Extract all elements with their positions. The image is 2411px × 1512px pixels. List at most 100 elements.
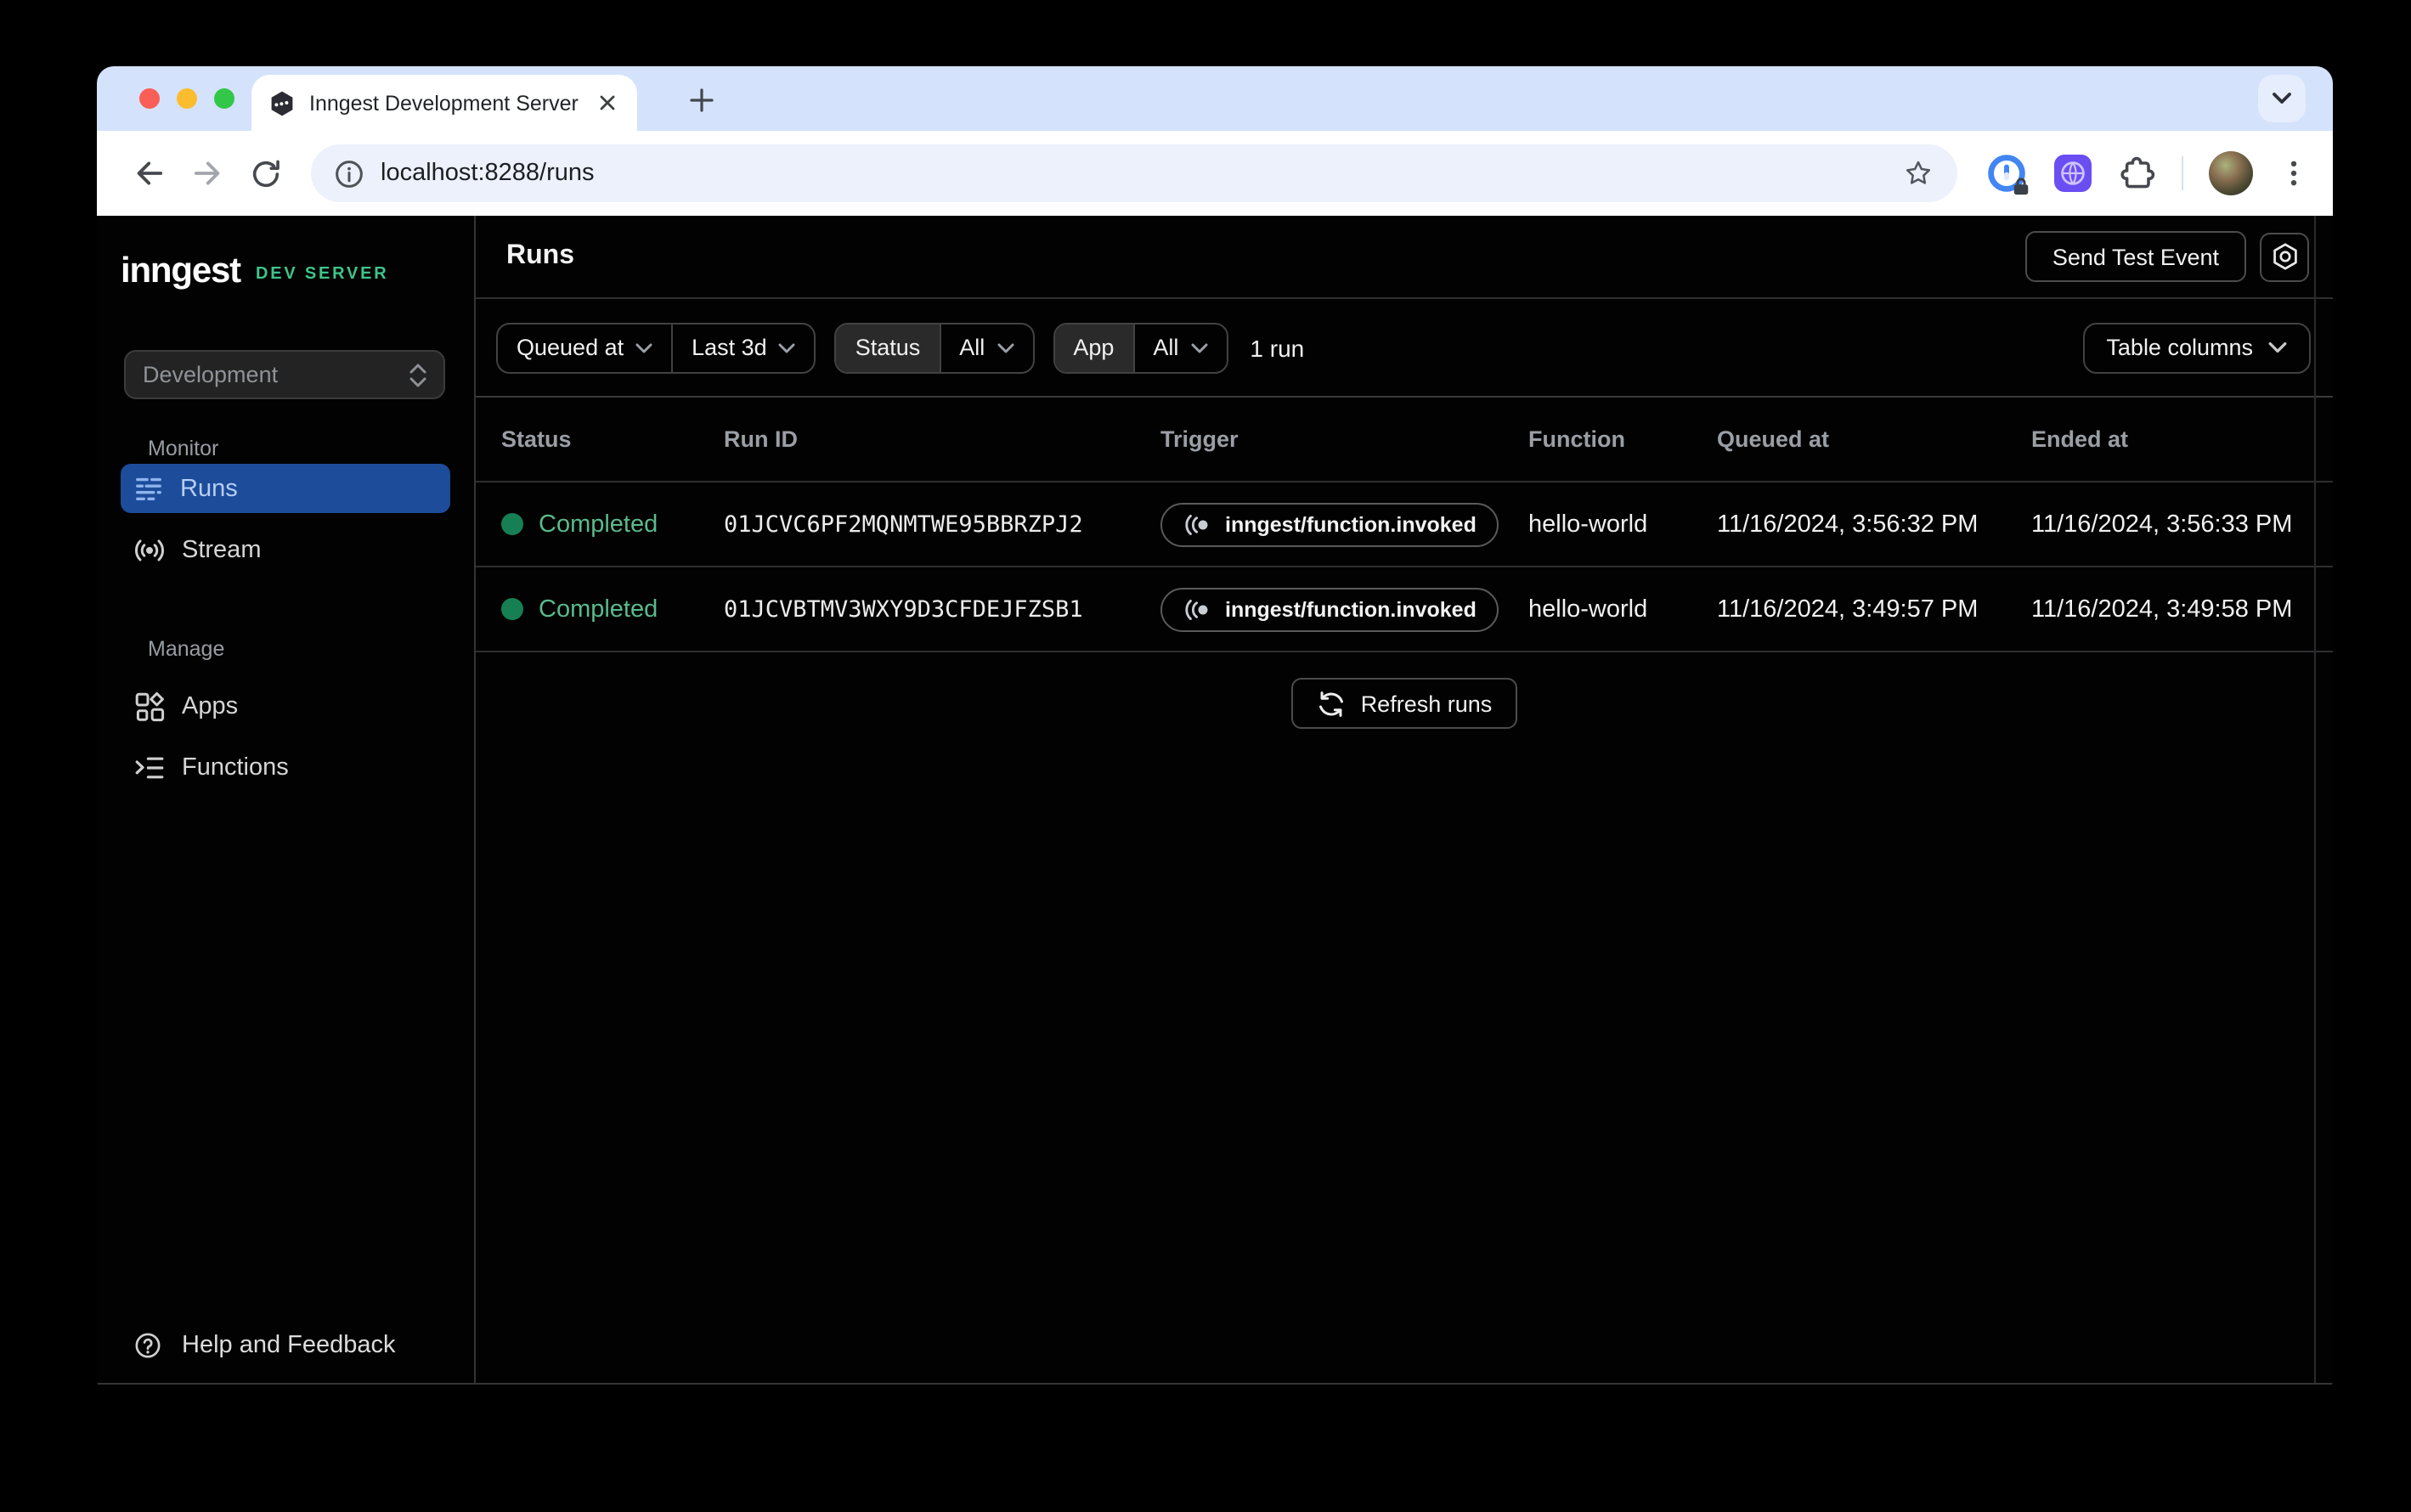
app-filter-dropdown[interactable]: All (1132, 324, 1226, 371)
column-header-ended-at: Ended at (2031, 426, 2333, 452)
sidebar-item-runs[interactable]: Runs (121, 464, 450, 513)
extension-row (1986, 151, 2309, 195)
tab-strip-collapse-button[interactable] (2258, 75, 2306, 122)
function-name: hello-world (1528, 511, 1717, 538)
screen: Inngest Development Server (0, 0, 2411, 1512)
functions-icon (134, 752, 165, 782)
site-info-icon[interactable] (335, 159, 364, 188)
trigger-cell: inngest/function.invoked (1160, 587, 1528, 631)
extensions-puzzle-icon[interactable] (2119, 155, 2156, 192)
stream-icon (134, 534, 165, 565)
toolbar-separator (2182, 156, 2183, 190)
runs-page: Runs Send Test Event (476, 216, 2333, 1383)
trigger-name: inngest/function.invoked (1225, 597, 1477, 621)
section-label-monitor: Monitor (97, 437, 474, 464)
trigger-name: inngest/function.invoked (1225, 512, 1477, 536)
app-filter-value: All (1153, 335, 1178, 360)
refresh-runs-label: Refresh runs (1361, 691, 1493, 716)
environment-selector[interactable]: Development (124, 350, 445, 399)
page-title: Runs (506, 241, 574, 272)
sidebar-item-stream[interactable]: Stream (121, 525, 450, 574)
url-text[interactable]: localhost:8288/runs (381, 160, 1886, 187)
table-header: Status Run ID Trigger Function Queued at… (476, 398, 2333, 482)
browser-menu-kebab-icon[interactable] (2278, 158, 2309, 189)
column-header-queued-at: Queued at (1717, 426, 2031, 452)
table-row[interactable]: Completed 01JCVBTMV3WXY9D3CFDEJFZSB1 inn… (476, 567, 2333, 652)
sidebar-item-label: Apps (182, 692, 238, 719)
tab-title: Inngest Development Server (309, 91, 579, 115)
status-text: Completed (539, 595, 658, 623)
trigger-pill[interactable]: inngest/function.invoked (1160, 587, 1499, 631)
inngest-wordmark: inngest (121, 251, 240, 292)
bookmark-star-icon[interactable] (1903, 158, 1934, 189)
status-filter-value: All (959, 335, 985, 360)
browser-window: Inngest Development Server (97, 66, 2333, 1396)
back-button[interactable] (121, 144, 178, 202)
apps-icon (134, 691, 165, 721)
column-header-status: Status (501, 426, 724, 452)
sidebar-item-label: Stream (182, 536, 262, 563)
time-range-value: Last 3d (692, 335, 767, 360)
event-broadcast-icon (1183, 597, 1211, 621)
chevron-down-icon (779, 342, 796, 353)
chevron-down-icon (2268, 341, 2287, 353)
column-header-function: Function (1528, 426, 1717, 452)
password-manager-extension-icon[interactable] (1986, 153, 2027, 194)
status-cell: Completed (501, 595, 724, 623)
event-broadcast-icon (1183, 512, 1211, 536)
time-filter-group: Queued at Last 3d (496, 322, 816, 373)
new-tab-button[interactable] (681, 80, 722, 121)
table-columns-label: Table columns (2106, 335, 2253, 360)
status-text: Completed (539, 511, 658, 538)
browser-toolbar: localhost:8288/runs (97, 131, 2333, 216)
chevron-down-icon (1190, 342, 1207, 353)
settings-button[interactable] (2260, 232, 2309, 281)
ended-at-time: 11/16/2024, 3:56:33 PM (2031, 511, 2333, 538)
forward-button[interactable] (178, 144, 236, 202)
status-filter-group: Status All (835, 322, 1035, 373)
minimize-window-button[interactable] (177, 87, 197, 108)
sidebar-item-apps[interactable]: Apps (121, 681, 450, 731)
app-filter-label: App (1054, 324, 1132, 371)
help-and-feedback[interactable]: Help and Feedback (97, 1332, 474, 1359)
sidebar-item-label: Runs (180, 475, 238, 502)
send-test-event-button[interactable]: Send Test Event (2025, 231, 2246, 282)
refresh-runs-button[interactable]: Refresh runs (1291, 678, 1518, 729)
function-name: hello-world (1528, 595, 1717, 623)
reload-button[interactable] (236, 144, 294, 202)
chevron-down-icon (2272, 92, 2292, 105)
tab-close-icon[interactable] (593, 89, 620, 116)
section-label-manage: Manage (97, 637, 474, 664)
browser-tab[interactable]: Inngest Development Server (251, 75, 637, 131)
time-field-dropdown[interactable]: Queued at (498, 324, 671, 371)
profile-avatar[interactable] (2209, 151, 2253, 195)
close-window-button[interactable] (139, 87, 160, 108)
status-filter-dropdown[interactable]: All (939, 324, 1032, 371)
app-filter-group: App All (1053, 322, 1228, 373)
environment-value: Development (143, 362, 409, 387)
queued-at-time: 11/16/2024, 3:56:32 PM (1717, 511, 2031, 538)
time-field-value: Queued at (517, 335, 624, 360)
runs-icon (134, 474, 163, 503)
address-bar[interactable]: localhost:8288/runs (311, 144, 1957, 202)
status-filter-label: Status (837, 324, 940, 371)
time-range-dropdown[interactable]: Last 3d (671, 324, 815, 371)
sidebar-item-label: Functions (182, 753, 289, 781)
status-completed-dot (501, 598, 523, 620)
trigger-pill[interactable]: inngest/function.invoked (1160, 502, 1499, 546)
status-cell: Completed (501, 511, 724, 538)
browser-extension-icon[interactable] (2052, 153, 2093, 194)
column-header-run-id: Run ID (724, 426, 1160, 452)
ended-at-time: 11/16/2024, 3:49:58 PM (2031, 595, 2333, 623)
table-columns-button[interactable]: Table columns (2082, 322, 2311, 373)
tab-strip: Inngest Development Server (97, 66, 2333, 131)
dev-server-badge: DEV SERVER (256, 265, 389, 284)
sidebar-item-functions[interactable]: Functions (121, 742, 450, 792)
gear-icon (2269, 241, 2300, 272)
run-count: 1 run (1250, 334, 1304, 361)
zoom-window-button[interactable] (214, 87, 234, 108)
help-label: Help and Feedback (182, 1332, 396, 1359)
refresh-icon (1317, 689, 1346, 718)
sidebar: inngest DEV SERVER Development Monitor (97, 216, 476, 1383)
table-row[interactable]: Completed 01JCVC6PF2MQNMTWE95BBRZPJ2 inn… (476, 482, 2333, 567)
